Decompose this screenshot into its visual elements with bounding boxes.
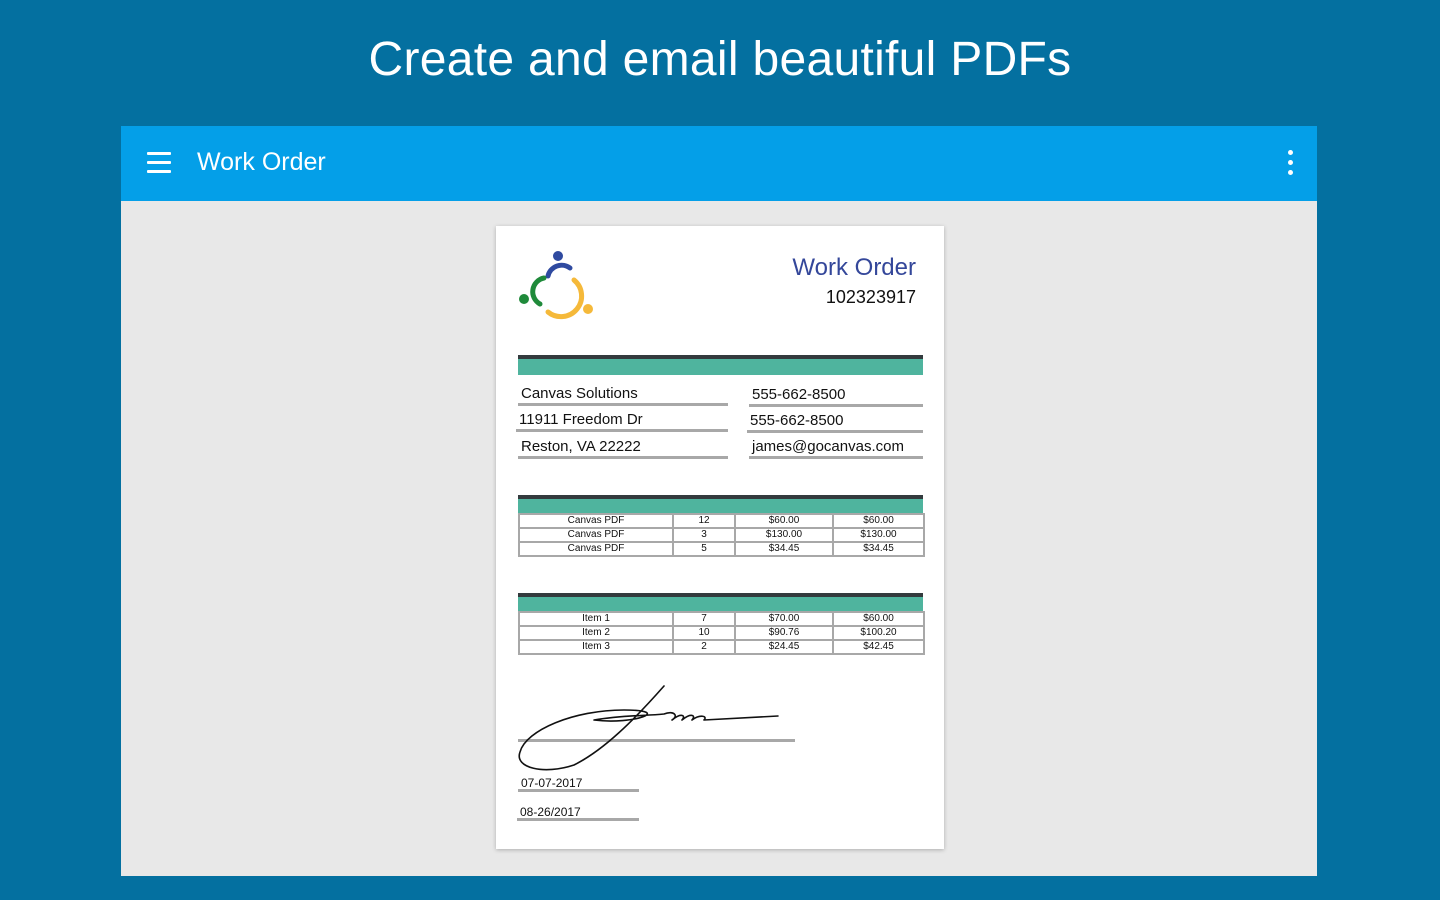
- table-cell: $24.45: [734, 639, 834, 655]
- app-bar: Work Order: [121, 126, 1317, 201]
- table-cell: 3: [672, 527, 736, 543]
- table-cell: 10: [672, 625, 736, 641]
- city-field: Reston, VA 22222: [518, 437, 728, 459]
- phone-field-2: 555-662-8500: [747, 411, 923, 433]
- table-cell: $42.45: [832, 639, 925, 655]
- table-cell: 12: [672, 513, 736, 529]
- table1-header-band: [518, 495, 923, 515]
- table-row: Item 2 10 $90.76 $100.20: [518, 625, 925, 641]
- company-name-field: Canvas Solutions: [518, 384, 728, 406]
- table-cell: $90.76: [734, 625, 834, 641]
- table-cell: Item 3: [518, 639, 674, 655]
- pdf-preview-page[interactable]: Work Order 102323917 Canvas Solutions 11…: [496, 226, 944, 849]
- table-cell: $60.00: [832, 513, 925, 529]
- table-cell: $100.20: [832, 625, 925, 641]
- table-cell: 2: [672, 639, 736, 655]
- address-field: 11911 Freedom Dr: [516, 410, 728, 432]
- more-vert-icon[interactable]: [1283, 150, 1297, 178]
- table-cell: 5: [672, 541, 736, 557]
- app-bar-title: Work Order: [197, 148, 326, 176]
- signature: [518, 685, 779, 771]
- table-cell: $34.45: [734, 541, 834, 557]
- company-logo: [519, 251, 593, 320]
- table-cell: Canvas PDF: [518, 513, 674, 529]
- table-row: Canvas PDF 3 $130.00 $130.00: [518, 527, 925, 543]
- table-cell: $130.00: [832, 527, 925, 543]
- table2-header-band: [518, 593, 923, 613]
- email-field: james@gocanvas.com: [749, 437, 923, 459]
- table-cell: $130.00: [734, 527, 834, 543]
- phone-field-1: 555-662-8500: [749, 385, 923, 407]
- table-cell: Canvas PDF: [518, 527, 674, 543]
- table-cell: Item 1: [518, 611, 674, 627]
- table-cell: Canvas PDF: [518, 541, 674, 557]
- table-cell: $60.00: [832, 611, 925, 627]
- date-field-1: 07-07-2017: [518, 776, 639, 792]
- table-cell: $60.00: [734, 513, 834, 529]
- document-title: Work Order: [792, 254, 916, 281]
- table-row: Item 3 2 $24.45 $42.45: [518, 639, 925, 655]
- date-field-2: 08-26/2017: [517, 805, 639, 821]
- line-items-table-2: Item 1 7 $70.00 $60.00 Item 2 10 $90.76 …: [518, 611, 925, 655]
- table-cell: Item 2: [518, 625, 674, 641]
- work-order-number: 102323917: [825, 287, 916, 307]
- headline: Create and email beautiful PDFs: [368, 33, 1072, 86]
- header-band: [518, 355, 923, 375]
- table-row: Canvas PDF 12 $60.00 $60.00: [518, 513, 925, 529]
- table-row: Canvas PDF 5 $34.45 $34.45: [518, 541, 925, 557]
- table-row: Item 1 7 $70.00 $60.00: [518, 611, 925, 627]
- table-cell: $34.45: [832, 541, 925, 557]
- app-window: Work Order Work Order 102323917 Canvas S…: [121, 126, 1317, 876]
- table-cell: $70.00: [734, 611, 834, 627]
- table-cell: 7: [672, 611, 736, 627]
- hamburger-menu-icon[interactable]: [147, 152, 171, 174]
- line-items-table-1: Canvas PDF 12 $60.00 $60.00 Canvas PDF 3…: [518, 513, 925, 557]
